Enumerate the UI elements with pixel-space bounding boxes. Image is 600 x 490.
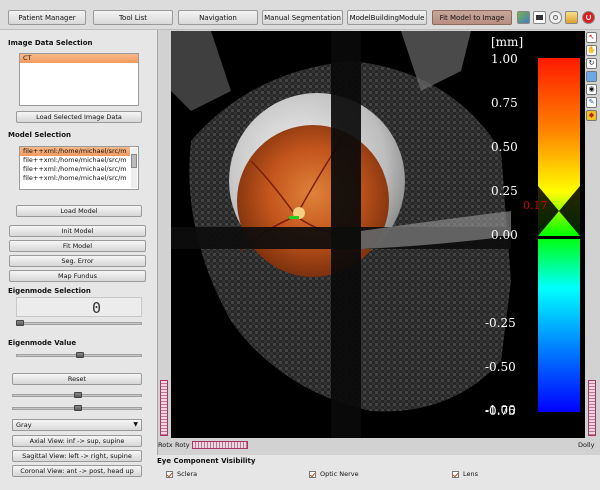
eigenmode-selection-slider-handle[interactable]: [16, 320, 24, 326]
gear-icon[interactable]: [549, 11, 562, 24]
colormap-selected-value: Gray: [16, 421, 32, 429]
zoom-icon[interactable]: [586, 71, 597, 82]
checkbox-checked[interactable]: [166, 470, 173, 478]
list-item[interactable]: file++xml:/home/michael/src/m: [20, 147, 130, 156]
pointer-icon[interactable]: ↖: [586, 32, 597, 43]
image-data-selection-title: Image Data Selection: [8, 39, 93, 47]
tab-manual-segmentation[interactable]: Manual Segmentation: [262, 10, 343, 25]
eigenmode-value-title: Eigenmode Value: [8, 339, 77, 347]
colorbar-tick: -0.25: [485, 316, 516, 330]
sagittal-view-button[interactable]: Sagittal View: left -> right, supine: [12, 450, 142, 462]
rotx-label: Rotx: [158, 441, 173, 449]
list-item[interactable]: file++xml:/home/michael/src/m: [20, 156, 130, 165]
colorbar-marker-value: 0.17: [523, 199, 548, 212]
chevron-down-icon: ▼: [133, 421, 138, 428]
slider-1-handle[interactable]: [74, 392, 82, 398]
tab-patient-manager[interactable]: Patient Manager: [8, 10, 86, 25]
image-icon[interactable]: [517, 11, 530, 24]
film-icon[interactable]: [533, 11, 546, 24]
pencil-icon[interactable]: [565, 11, 578, 24]
seg-error-button[interactable]: Seg. Error: [9, 255, 146, 267]
dolly-wheel[interactable]: [588, 380, 596, 436]
fit-model-button[interactable]: Fit Model: [9, 240, 146, 252]
rotate-icon[interactable]: ↻: [586, 58, 597, 69]
checkbox-checked[interactable]: [309, 470, 316, 478]
eigenmode-lcd-display: 0: [16, 297, 142, 317]
image-data-list[interactable]: CT: [19, 53, 139, 106]
eigenmode-selection-value: 0: [91, 299, 101, 317]
colormap-select[interactable]: Gray ▼: [12, 419, 142, 431]
ct-slice-corner: [171, 31, 231, 111]
optic-nerve-marker: [289, 216, 299, 219]
shield-icon[interactable]: ◆: [586, 110, 597, 121]
tab-model-building-module[interactable]: ModelBuildingModule: [347, 10, 427, 25]
colorbar-tick: 0.75: [491, 96, 518, 110]
module-tab-bar: Patient Manager Tool List Navigation Man…: [0, 0, 600, 30]
colorbar-tick: -0.50: [485, 360, 516, 374]
pen-icon[interactable]: ✎: [586, 97, 597, 108]
tab-tool-list[interactable]: Tool List: [93, 10, 173, 25]
list-item[interactable]: file++xml:/home/michael/src/m: [20, 165, 130, 174]
sclera-label: Sclera: [177, 470, 198, 478]
map-fundus-button[interactable]: Map Fundus: [9, 270, 146, 282]
list-item[interactable]: CT: [20, 54, 138, 63]
rendered-eye-scene: [171, 31, 512, 438]
colorbar-tick: 0.25: [491, 184, 518, 198]
checkbox-checked[interactable]: [452, 470, 459, 478]
roty-wheel[interactable]: [192, 441, 248, 449]
sclera-checkbox[interactable]: Sclera: [166, 470, 197, 478]
tab-navigation[interactable]: Navigation: [178, 10, 258, 25]
eye-icon[interactable]: ◉: [586, 84, 597, 95]
reset-button[interactable]: Reset: [12, 373, 142, 385]
colorbar-tick: 0.00: [491, 228, 518, 242]
colorbar-unit: [mm]: [491, 35, 524, 49]
roty-label: Roty: [175, 441, 190, 449]
optic-nerve-label: Optic Nerve: [320, 470, 359, 478]
dolly-label: Dolly: [578, 441, 595, 449]
tab-fit-model-to-image[interactable]: Fit Model to Image: [432, 10, 512, 25]
lens-label: Lens: [463, 470, 479, 478]
3d-render-viewport[interactable]: [mm] 0.17 1.00 0.75 0.50 0.25 0.00 -0.25…: [171, 31, 585, 438]
load-model-button[interactable]: Load Model: [16, 205, 142, 217]
interaction-tool-strip: ↖ ✋ ↻ ◉ ✎ ◆: [585, 31, 599, 123]
rotx-wheel[interactable]: [160, 380, 168, 436]
optic-nerve-checkbox[interactable]: Optic Nerve: [309, 470, 359, 478]
colorbar-tick: 0.50: [491, 140, 518, 154]
eigenmode-selection-slider[interactable]: [16, 322, 142, 325]
model-selection-title: Model Selection: [8, 131, 71, 139]
model-list-scrollbar[interactable]: [131, 148, 137, 188]
hand-icon[interactable]: ✋: [586, 45, 597, 56]
eigenmode-selection-title: Eigenmode Selection: [8, 287, 91, 295]
init-model-button[interactable]: Init Model: [9, 225, 146, 237]
slider-2-handle[interactable]: [74, 405, 82, 411]
colorbar-tick: -1.00: [485, 403, 516, 417]
load-selected-image-data-button[interactable]: Load Selected Image Data: [16, 111, 142, 123]
eigenmode-value-slider-handle[interactable]: [76, 352, 84, 358]
coronal-view-button[interactable]: Coronal View: ant -> post, head up: [12, 465, 142, 477]
colorbar-tick: 1.00: [491, 52, 518, 66]
model-list[interactable]: file++xml:/home/michael/src/m file++xml:…: [19, 146, 139, 190]
list-item[interactable]: file++xml:/home/michael/src/m: [20, 174, 130, 183]
power-icon[interactable]: [582, 11, 595, 24]
lens-checkbox[interactable]: Lens: [452, 470, 478, 478]
eye-component-visibility-title: Eye Component Visibility: [157, 457, 256, 465]
axial-view-button[interactable]: Axial View: inf -> sup, supine: [12, 435, 142, 447]
retina-fundus: [237, 125, 389, 277]
